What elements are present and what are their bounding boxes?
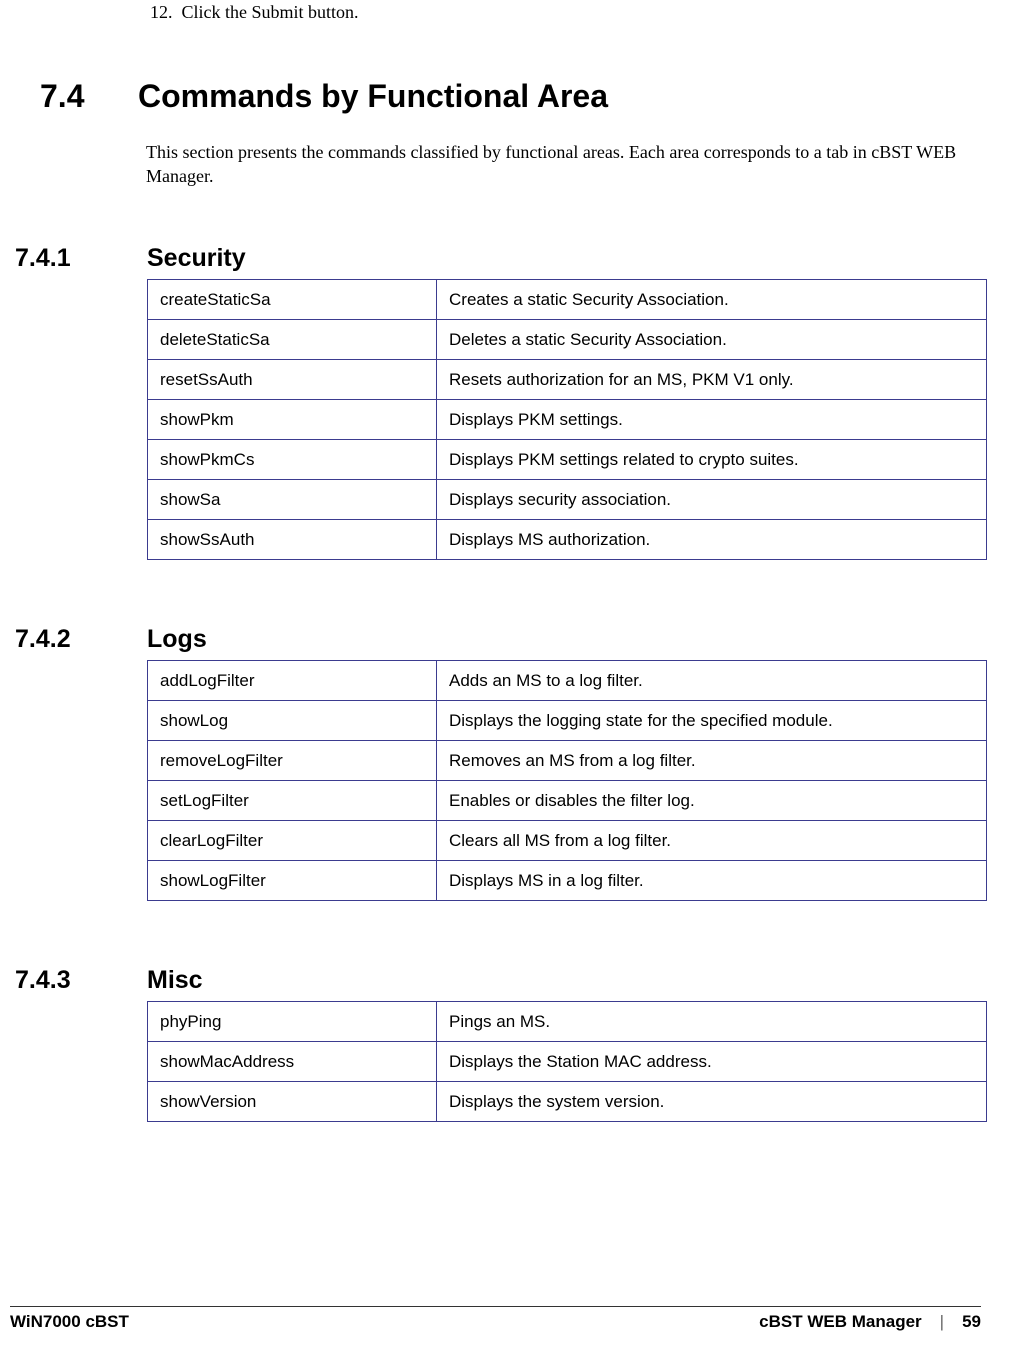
table-row: showPkmDisplays PKM settings. (148, 399, 987, 439)
subsection-number: 7.4.2 (10, 625, 147, 654)
command-description: Creates a static Security Association. (437, 279, 987, 319)
command-description: Adds an MS to a log filter. (437, 660, 987, 700)
table-row: showVersionDisplays the system version. (148, 1081, 987, 1121)
command-description: Displays the system version. (437, 1081, 987, 1121)
command-description: Removes an MS from a log filter. (437, 740, 987, 780)
table-row: resetSsAuthResets authorization for an M… (148, 359, 987, 399)
command-name: showVersion (148, 1081, 437, 1121)
list-item-number: 12. (150, 2, 173, 22)
command-table: phyPingPings an MS.showMacAddressDisplay… (147, 1001, 987, 1122)
footer-right-label: cBST WEB Manager (759, 1312, 921, 1332)
command-description: Displays PKM settings. (437, 399, 987, 439)
table-row: showLogDisplays the logging state for th… (148, 700, 987, 740)
command-description: Displays PKM settings related to crypto … (437, 439, 987, 479)
subsection-title: Logs (147, 625, 207, 654)
table-row: showLogFilterDisplays MS in a log filter… (148, 860, 987, 900)
command-description: Clears all MS from a log filter. (437, 820, 987, 860)
command-description: Displays MS authorization. (437, 519, 987, 559)
command-name: setLogFilter (148, 780, 437, 820)
subsection-number: 7.4.1 (10, 244, 147, 273)
subsection-title: Misc (147, 966, 203, 995)
table-row: setLogFilterEnables or disables the filt… (148, 780, 987, 820)
footer-page-number: 59 (962, 1312, 981, 1332)
command-description: Deletes a static Security Association. (437, 319, 987, 359)
command-description: Pings an MS. (437, 1001, 987, 1041)
command-name: deleteStaticSa (148, 319, 437, 359)
subsection-heading: 7.4.2Logs (10, 625, 981, 654)
command-name: removeLogFilter (148, 740, 437, 780)
command-description: Enables or disables the filter log. (437, 780, 987, 820)
subsection-number: 7.4.3 (10, 966, 147, 995)
command-name: phyPing (148, 1001, 437, 1041)
heading-title: Commands by Functional Area (138, 78, 608, 115)
list-item-text: Click the Submit button. (182, 2, 359, 22)
ordered-list-item: 12. Click the Submit button. (150, 0, 981, 23)
command-name: showMacAddress (148, 1041, 437, 1081)
command-table: addLogFilterAdds an MS to a log filter.s… (147, 660, 987, 901)
command-description: Resets authorization for an MS, PKM V1 o… (437, 359, 987, 399)
command-name: createStaticSa (148, 279, 437, 319)
table-row: createStaticSaCreates a static Security … (148, 279, 987, 319)
table-row: showMacAddressDisplays the Station MAC a… (148, 1041, 987, 1081)
subsection-heading: 7.4.1Security (10, 244, 981, 273)
table-row: showSaDisplays security association. (148, 479, 987, 519)
table-row: showSsAuthDisplays MS authorization. (148, 519, 987, 559)
intro-paragraph: This section presents the commands class… (146, 140, 981, 189)
table-row: phyPingPings an MS. (148, 1001, 987, 1041)
command-description: Displays the logging state for the speci… (437, 700, 987, 740)
command-name: addLogFilter (148, 660, 437, 700)
page-footer: WiN7000 cBST cBST WEB Manager | 59 (10, 1306, 981, 1332)
command-name: showSsAuth (148, 519, 437, 559)
command-description: Displays security association. (437, 479, 987, 519)
command-description: Displays the Station MAC address. (437, 1041, 987, 1081)
footer-left: WiN7000 cBST (10, 1312, 129, 1332)
command-name: showLog (148, 700, 437, 740)
command-table: createStaticSaCreates a static Security … (147, 279, 987, 560)
command-name: showPkm (148, 399, 437, 439)
command-name: showLogFilter (148, 860, 437, 900)
table-row: clearLogFilterClears all MS from a log f… (148, 820, 987, 860)
table-row: addLogFilterAdds an MS to a log filter. (148, 660, 987, 700)
command-name: showSa (148, 479, 437, 519)
heading-number: 7.4 (10, 78, 138, 115)
table-row: showPkmCsDisplays PKM settings related t… (148, 439, 987, 479)
subsection-heading: 7.4.3Misc (10, 966, 981, 995)
command-name: resetSsAuth (148, 359, 437, 399)
command-description: Displays MS in a log filter. (437, 860, 987, 900)
subsection-title: Security (147, 244, 246, 273)
command-name: showPkmCs (148, 439, 437, 479)
section-heading: 7.4 Commands by Functional Area (10, 78, 981, 115)
footer-divider: | (940, 1312, 944, 1332)
table-row: deleteStaticSaDeletes a static Security … (148, 319, 987, 359)
table-row: removeLogFilterRemoves an MS from a log … (148, 740, 987, 780)
command-name: clearLogFilter (148, 820, 437, 860)
